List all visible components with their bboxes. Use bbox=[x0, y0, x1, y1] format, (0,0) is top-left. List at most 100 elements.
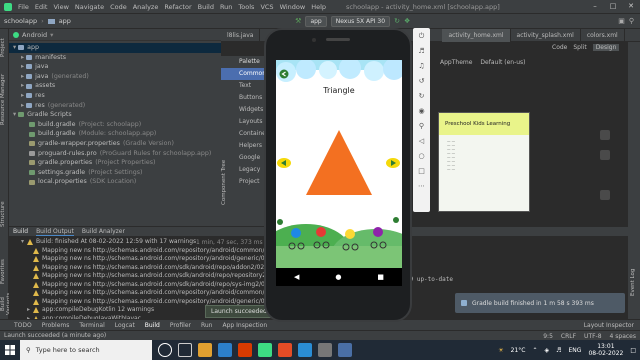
breadcrumb-project[interactable]: schoolapp bbox=[4, 17, 37, 25]
palette-item-buttons[interactable]: Buttons bbox=[221, 92, 266, 104]
start-button[interactable] bbox=[0, 340, 20, 360]
tree-item-settings-gradle[interactable]: settings.gradle (Project Settings) bbox=[9, 168, 221, 178]
tool-tab-profiler[interactable]: Profiler bbox=[170, 322, 191, 329]
tree-item-build-gradle-module[interactable]: build.gradle (Module: schoolapp.app) bbox=[9, 129, 221, 139]
close-icon[interactable]: ✕ bbox=[622, 0, 640, 13]
tool-tab-problems[interactable]: Problems bbox=[42, 322, 70, 329]
menu-file[interactable]: File bbox=[18, 3, 29, 11]
run-config-select[interactable]: app bbox=[305, 15, 327, 27]
language-indicator[interactable]: ENG bbox=[569, 347, 582, 354]
maximize-icon[interactable]: □ bbox=[604, 0, 622, 13]
back-icon[interactable] bbox=[279, 69, 289, 79]
project-view-select[interactable]: Android bbox=[22, 31, 47, 39]
menu-build[interactable]: Build bbox=[198, 3, 214, 11]
android-studio-taskbar-icon[interactable] bbox=[258, 343, 272, 357]
tree-item-res-generated[interactable]: ▸ res (generated) bbox=[9, 101, 221, 111]
overview-control-icon[interactable]: □ bbox=[418, 167, 426, 175]
tree-item-proguard[interactable]: proguard-rules.pro (ProGuard Rules for sc… bbox=[9, 149, 221, 159]
zoom-fit-icon[interactable] bbox=[600, 190, 610, 200]
tab-l8lis-java[interactable]: l8lis.java bbox=[221, 28, 261, 42]
back-nav-icon[interactable]: ◀ bbox=[294, 273, 299, 281]
recents-nav-icon[interactable]: ■ bbox=[377, 273, 384, 281]
debug-icon[interactable]: ❖ bbox=[404, 17, 410, 25]
file-explorer-icon[interactable] bbox=[198, 343, 212, 357]
tool-tab-terminal[interactable]: Terminal bbox=[79, 322, 104, 329]
design-mode-button[interactable]: Design bbox=[592, 44, 620, 51]
weather-temp[interactable]: 21°C bbox=[511, 347, 526, 354]
tool-tab-todo[interactable]: TODO bbox=[14, 322, 32, 329]
zoom-in-icon[interactable] bbox=[600, 130, 610, 140]
indent-setting[interactable]: 4 spaces bbox=[610, 333, 636, 340]
theme-select[interactable]: AppTheme bbox=[440, 59, 472, 66]
split-mode-button[interactable]: Split bbox=[573, 44, 586, 51]
event-log-tool-tab[interactable]: Event Log bbox=[630, 262, 639, 302]
menu-tools[interactable]: Tools bbox=[238, 3, 254, 11]
tool-tab-layout-inspector[interactable]: Layout Inspector bbox=[584, 322, 634, 329]
volume-up-icon[interactable]: ♬ bbox=[418, 47, 426, 55]
rotate-left-icon[interactable]: ↺ bbox=[418, 77, 426, 85]
hammer-icon[interactable]: ⚒ bbox=[295, 17, 301, 25]
chrome-icon[interactable] bbox=[278, 343, 292, 357]
menu-vcs[interactable]: VCS bbox=[260, 3, 273, 11]
rerun-icon[interactable]: ↻ bbox=[394, 17, 400, 25]
code-mode-button[interactable]: Code bbox=[552, 44, 567, 51]
home-control-icon[interactable]: ○ bbox=[418, 152, 426, 160]
tree-item-java[interactable]: ▸ java bbox=[9, 62, 221, 72]
zoom-out-icon[interactable] bbox=[600, 150, 610, 160]
tool-tab-logcat[interactable]: Logcat bbox=[115, 322, 135, 329]
palette-item-containers[interactable]: Containers bbox=[221, 128, 271, 140]
cursor-position[interactable]: 9:5 bbox=[543, 333, 553, 340]
menu-view[interactable]: View bbox=[53, 3, 68, 11]
menu-analyze[interactable]: Analyze bbox=[133, 3, 159, 11]
tool-tab-build[interactable]: Build bbox=[145, 322, 160, 329]
wifi-icon[interactable]: ◈ bbox=[545, 347, 550, 354]
next-arrow-button[interactable] bbox=[386, 158, 400, 168]
sdk-manager-icon[interactable]: ▣ bbox=[618, 17, 625, 25]
component-tree-tab[interactable]: Component Tree bbox=[221, 142, 231, 222]
palette-item-layouts[interactable]: Layouts bbox=[221, 116, 266, 128]
chevron-down-icon[interactable]: ▾ bbox=[50, 31, 53, 39]
emulator-taskbar-icon[interactable] bbox=[338, 343, 352, 357]
edge-icon[interactable] bbox=[218, 343, 232, 357]
tool-tab-app-inspection[interactable]: App Inspection bbox=[223, 322, 268, 329]
tree-item-app[interactable]: ▾ app bbox=[9, 43, 221, 53]
clock[interactable]: 13:01 08-02-2022 bbox=[588, 343, 623, 357]
tab-activity-splash-xml[interactable]: activity_splash.xml bbox=[511, 28, 581, 42]
menu-refactor[interactable]: Refactor bbox=[164, 3, 191, 11]
taskbar-search[interactable]: ⚲ Type here to search bbox=[20, 340, 152, 360]
more-icon[interactable]: ⋯ bbox=[418, 182, 426, 190]
phone-screen[interactable]: Triangle bbox=[276, 60, 402, 268]
favorites-tool-tab[interactable]: Favorites bbox=[0, 257, 9, 287]
tab-build-output[interactable]: Build Output bbox=[36, 228, 74, 236]
notifications-icon[interactable]: □ bbox=[630, 347, 636, 354]
menu-window[interactable]: Window bbox=[280, 3, 306, 11]
build-notification[interactable]: Gradle build finished in 1 m 58 s 393 ms bbox=[455, 293, 625, 313]
tab-activity-home-xml[interactable]: activity_home.xml bbox=[442, 28, 511, 42]
office-icon[interactable] bbox=[238, 343, 252, 357]
tool-tab-run[interactable]: Run bbox=[201, 322, 213, 329]
palette-item-widgets[interactable]: Widgets bbox=[221, 104, 266, 116]
volume-down-icon[interactable]: ♫ bbox=[418, 62, 426, 70]
tree-item-assets[interactable]: ▸ assets bbox=[9, 81, 221, 91]
search-icon[interactable]: ⚲ bbox=[629, 17, 634, 25]
home-nav-icon[interactable]: ● bbox=[335, 273, 341, 281]
build-variants-tool-tab[interactable]: Build Variants bbox=[0, 289, 12, 319]
tab-build-analyzer[interactable]: Build Analyzer bbox=[82, 228, 125, 235]
tray-chevron-icon[interactable]: ⌃ bbox=[532, 347, 537, 354]
zoom-icon[interactable]: ⚲ bbox=[418, 122, 426, 130]
tree-item-gradle-wrapper[interactable]: gradle-wrapper.properties (Gradle Version… bbox=[9, 139, 221, 149]
tree-item-java-generated[interactable]: ▸ java (generated) bbox=[9, 72, 221, 82]
cortana-icon[interactable] bbox=[158, 343, 172, 357]
prev-arrow-button[interactable] bbox=[277, 158, 291, 168]
menu-help[interactable]: Help bbox=[311, 3, 326, 11]
tree-item-res[interactable]: ▸ res bbox=[9, 91, 221, 101]
tree-item-gradle-scripts[interactable]: ▾ Gradle Scripts bbox=[9, 110, 221, 120]
volume-icon[interactable]: ♬ bbox=[556, 347, 561, 354]
device-select[interactable]: Nexus 5X API 30 bbox=[330, 15, 391, 27]
settings-icon[interactable] bbox=[318, 343, 332, 357]
tree-item-local-properties[interactable]: local.properties (SDK Location) bbox=[9, 177, 221, 187]
line-separator[interactable]: CRLF bbox=[561, 333, 576, 340]
menu-code[interactable]: Code bbox=[110, 3, 127, 11]
project-tool-tab[interactable]: Project bbox=[0, 33, 9, 63]
tree-item-gradle-properties[interactable]: gradle.properties (Project Properties) bbox=[9, 158, 221, 168]
